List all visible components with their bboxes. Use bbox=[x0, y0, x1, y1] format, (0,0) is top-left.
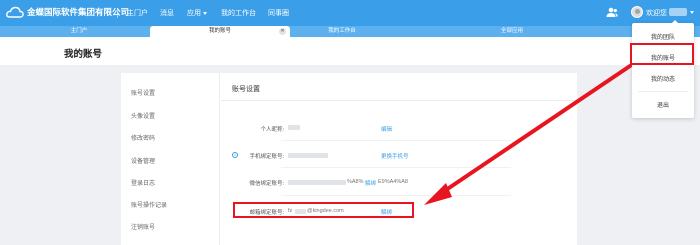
row-divider bbox=[281, 140, 511, 141]
dropdown-logout[interactable]: 退出 bbox=[632, 100, 694, 109]
nav-apps[interactable]: 应用 bbox=[187, 8, 207, 18]
welcome-text[interactable]: 欢迎您 bbox=[646, 8, 667, 18]
info-icon: i bbox=[232, 152, 238, 158]
company-name: 金蝶国际软件集团有限公司 bbox=[27, 7, 130, 17]
caret-down-icon bbox=[203, 11, 207, 15]
tab-my-workbench[interactable]: 我的工作台 bbox=[292, 26, 392, 37]
wechat-value-tail: E9%A4%A8 bbox=[378, 179, 408, 185]
unbind-wechat-link[interactable]: 解绑 bbox=[365, 179, 376, 187]
tab-bar: 主门户 我的账号 ✕ 我的工作台 全部应用 bbox=[0, 26, 700, 37]
phone-value-blurred bbox=[288, 153, 328, 158]
tab-my-account[interactable]: 我的账号 ✕ bbox=[150, 26, 290, 37]
nav-colleague-circle[interactable]: 同事圈 bbox=[268, 8, 289, 18]
email-row-highlight bbox=[233, 202, 414, 218]
phone-label: 手机绑定账号: bbox=[249, 154, 284, 160]
nav-messages[interactable]: 消息 bbox=[160, 8, 174, 18]
nickname-value-blurred bbox=[288, 125, 300, 130]
avatar[interactable] bbox=[631, 6, 643, 18]
wechat-value-blurred bbox=[288, 180, 346, 185]
nav-workbench[interactable]: 我的工作台 bbox=[221, 8, 256, 18]
wechat-value: %A8% bbox=[347, 179, 364, 185]
dropdown-my-team[interactable]: 我的团队 bbox=[632, 32, 694, 41]
wechat-label: 微信绑定账号: bbox=[249, 181, 284, 187]
nickname-label: 个人昵称: bbox=[260, 127, 284, 133]
nav-main-portal[interactable]: 主门户 bbox=[127, 8, 148, 18]
dropdown-divider bbox=[638, 91, 688, 92]
dropdown-pointer bbox=[672, 20, 678, 23]
row-divider bbox=[281, 195, 511, 196]
user-menu-caret-icon[interactable] bbox=[690, 11, 694, 14]
nav-divider bbox=[117, 8, 118, 18]
tab-all-apps[interactable]: 全部应用 bbox=[452, 26, 572, 37]
dropdown-my-activity[interactable]: 我的动态 bbox=[632, 74, 694, 83]
my-account-highlight bbox=[630, 43, 694, 65]
page-title: 我的账号 bbox=[64, 49, 103, 60]
menu-device-management[interactable]: 设备管理 bbox=[131, 156, 155, 165]
menu-avatar-settings[interactable]: 头像设置 bbox=[131, 111, 155, 120]
user-dropdown-menu: 我的团队 我的账号 我的动态 退出 bbox=[632, 20, 694, 118]
nav-apps-label: 应用 bbox=[187, 10, 201, 17]
tab-main-portal[interactable]: 主门户 bbox=[10, 26, 148, 37]
account-settings-panel: 账号设置 个人昵称: 编辑 i 手机绑定账号: 更换手机号 微信绑定账号: %A… bbox=[221, 73, 577, 245]
users-icon[interactable] bbox=[606, 7, 618, 18]
tab-my-account-label: 我的账号 bbox=[208, 28, 231, 34]
menu-login-log[interactable]: 登录日志 bbox=[131, 178, 155, 187]
close-icon[interactable]: ✕ bbox=[279, 28, 286, 35]
section-divider bbox=[221, 100, 577, 101]
menu-operation-records[interactable]: 账号操作记录 bbox=[131, 200, 167, 209]
page-header: 我的账号 bbox=[0, 37, 700, 65]
top-navigation-bar: 金蝶国际软件集团有限公司 主门户 消息 应用 我的工作台 同事圈 欢迎您 bbox=[0, 0, 700, 26]
change-phone-link[interactable]: 更换手机号 bbox=[381, 152, 409, 160]
account-side-menu: 账号设置 头像设置 修改密码 设备管理 登录日志 账号操作记录 注销账号 bbox=[121, 73, 220, 245]
menu-account-settings[interactable]: 账号设置 bbox=[131, 88, 155, 97]
user-name-blurred[interactable] bbox=[669, 8, 687, 16]
cloud-logo-icon bbox=[6, 6, 24, 18]
menu-deactivate-account[interactable]: 注销账号 bbox=[131, 222, 155, 231]
account-card: 账号设置 头像设置 修改密码 设备管理 登录日志 账号操作记录 注销账号 账号设… bbox=[121, 73, 577, 245]
section-title: 账号设置 bbox=[232, 86, 260, 93]
edit-nickname-link[interactable]: 编辑 bbox=[381, 125, 392, 133]
row-divider bbox=[281, 167, 511, 168]
menu-change-password[interactable]: 修改密码 bbox=[131, 133, 155, 142]
